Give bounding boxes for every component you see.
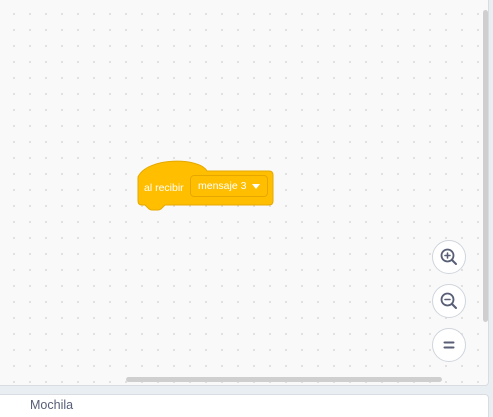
horizontal-scrollbar[interactable]	[126, 377, 442, 382]
equals-icon	[443, 341, 455, 349]
block-label: al recibir	[144, 182, 184, 194]
code-workspace[interactable]: al recibir mensaje 3	[0, 0, 489, 386]
zoom-in-icon	[440, 248, 457, 265]
vertical-scrollbar[interactable]	[483, 10, 488, 322]
when-i-receive-block[interactable]: al recibir mensaje 3	[137, 157, 275, 212]
dropdown-caret-icon	[252, 183, 261, 189]
backpack-label: Mochila	[30, 398, 74, 412]
zoom-out-icon	[440, 292, 457, 309]
zoom-in-button[interactable]	[432, 240, 466, 274]
panel-edge	[489, 0, 493, 385]
message-dropdown-value: mensaje 3	[198, 180, 247, 192]
zoom-out-button[interactable]	[432, 284, 466, 318]
zoom-reset-button[interactable]	[432, 328, 466, 362]
backpack-panel[interactable]: Mochila	[0, 394, 489, 417]
message-dropdown[interactable]: mensaje 3	[190, 175, 268, 197]
